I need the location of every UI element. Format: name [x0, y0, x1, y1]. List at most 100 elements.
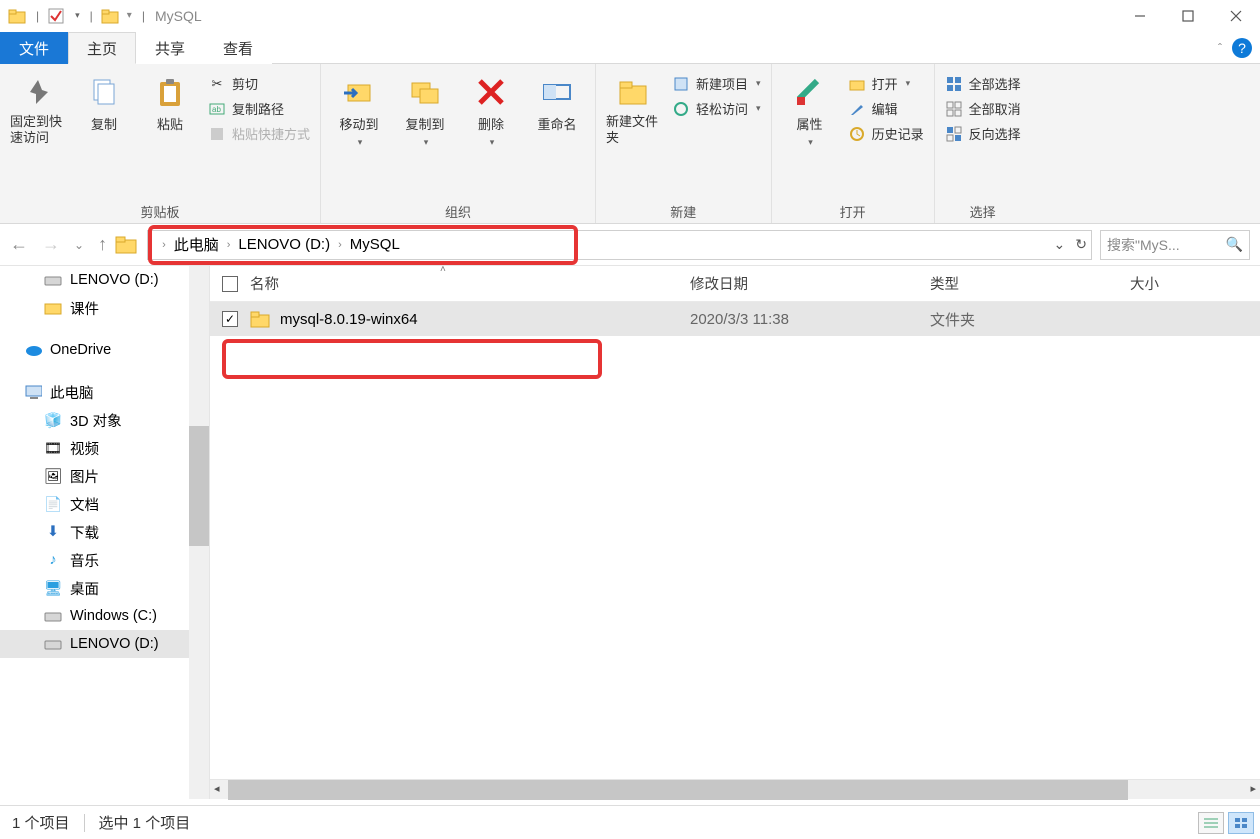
- address-dropdown-icon[interactable]: ⌄: [1054, 236, 1066, 253]
- select-all-button[interactable]: 全部选择: [945, 74, 1021, 93]
- col-header-modified[interactable]: 修改日期: [690, 273, 930, 294]
- folder-icon: [44, 299, 62, 317]
- search-input[interactable]: 搜索"MyS... 🔍: [1100, 230, 1250, 260]
- view-icons-button[interactable]: [1228, 812, 1254, 834]
- tree-scroll-thumb[interactable]: [189, 426, 209, 546]
- properties-icon: [792, 74, 828, 110]
- chevron-right-icon[interactable]: ›: [338, 239, 342, 251]
- copyto-button[interactable]: 复制到 ▾: [397, 70, 453, 148]
- checkbox-icon[interactable]: [47, 7, 65, 25]
- navigation-tree[interactable]: LENOVO (D:) 课件 OneDrive 此电脑 🧊3D 对象 🎞视频 🖼…: [0, 266, 210, 799]
- delete-button[interactable]: 删除 ▾: [463, 70, 519, 148]
- breadcrumb[interactable]: › 此电脑 › LENOVO (D:) › MySQL ⌄ ↻: [147, 230, 1092, 260]
- row-checkbox[interactable]: ✓: [222, 311, 238, 327]
- tree-label: 下载: [70, 522, 99, 543]
- column-headers[interactable]: ˄ 名称 修改日期 类型 大小: [210, 266, 1260, 302]
- minimize-button[interactable]: [1116, 0, 1164, 32]
- view-details-button[interactable]: [1198, 812, 1224, 834]
- tree-item-onedrive[interactable]: OneDrive: [0, 336, 209, 364]
- scroll-thumb[interactable]: [228, 780, 1128, 800]
- properties-button[interactable]: 属性 ▾: [782, 70, 838, 148]
- horizontal-scrollbar[interactable]: ◂ ▸: [210, 779, 1260, 799]
- row-type: 文件夹: [930, 309, 1130, 330]
- tree-item-thispc[interactable]: 此电脑: [0, 378, 209, 406]
- chevron-right-icon[interactable]: ›: [227, 239, 231, 251]
- tree-item-courseware[interactable]: 课件: [0, 294, 209, 322]
- moveto-icon: [341, 74, 377, 110]
- paste-shortcut-button[interactable]: 粘贴快捷方式: [208, 124, 310, 143]
- rename-button[interactable]: 重命名: [529, 70, 585, 133]
- tree-item-desktop[interactable]: 🖥桌面: [0, 574, 209, 602]
- back-button[interactable]: ←: [10, 234, 28, 255]
- overflow-icon[interactable]: ▾: [127, 10, 132, 21]
- tree-label: LENOVO (D:): [70, 636, 159, 652]
- address-folder-icon[interactable]: [115, 233, 139, 257]
- tree-label: 视频: [70, 438, 99, 459]
- tree-item-lenovo-d[interactable]: LENOVO (D:): [0, 266, 209, 294]
- moveto-button[interactable]: 移动到 ▾: [331, 70, 387, 148]
- sort-indicator-icon: ˄: [440, 264, 446, 275]
- tree-item-documents[interactable]: 📄文档: [0, 490, 209, 518]
- col-header-name[interactable]: 名称: [250, 273, 690, 294]
- downloads-icon: ⬇: [44, 523, 62, 541]
- history-button[interactable]: 历史记录: [848, 124, 924, 143]
- scroll-right-icon[interactable]: ▸: [1250, 782, 1256, 795]
- collapse-ribbon-icon[interactable]: ˆ: [1218, 41, 1222, 55]
- cut-button[interactable]: ✂ 剪切: [208, 74, 310, 93]
- copy-button[interactable]: 复制: [76, 70, 132, 133]
- copy-label: 复制: [91, 114, 117, 133]
- tree-item-videos[interactable]: 🎞视频: [0, 434, 209, 462]
- refresh-icon[interactable]: ↻: [1075, 236, 1087, 253]
- tree-item-pictures[interactable]: 🖼图片: [0, 462, 209, 490]
- edit-label: 编辑: [872, 99, 898, 118]
- drive-icon: [44, 607, 62, 625]
- crumb-thispc[interactable]: 此电脑: [174, 234, 219, 255]
- separator: |: [142, 9, 145, 23]
- forward-button[interactable]: →: [42, 234, 60, 255]
- separator: [84, 814, 85, 832]
- tab-file[interactable]: 文件: [0, 32, 68, 64]
- new-folder-button[interactable]: 新建文件夹: [606, 70, 662, 145]
- tab-view[interactable]: 查看: [204, 32, 272, 64]
- window-title: MySQL: [155, 8, 202, 24]
- easy-access-button[interactable]: 轻松访问 ▾: [672, 99, 761, 118]
- tree-label: 文档: [70, 494, 99, 515]
- copy-path-button[interactable]: ab 复制路径: [208, 99, 310, 118]
- paste-button[interactable]: 粘贴: [142, 70, 198, 133]
- crumb-folder[interactable]: MySQL: [350, 236, 400, 253]
- tab-home[interactable]: 主页: [68, 32, 136, 64]
- history-dropdown-icon[interactable]: ⌄: [74, 238, 84, 252]
- crumb-drive[interactable]: LENOVO (D:): [238, 236, 330, 253]
- open-icon: [848, 75, 866, 93]
- select-none-button[interactable]: 全部取消: [945, 99, 1021, 118]
- tab-share[interactable]: 共享: [136, 32, 204, 64]
- new-item-button[interactable]: 新建项目 ▾: [672, 74, 761, 93]
- up-button[interactable]: ↑: [98, 234, 107, 255]
- ribbon: 固定到快速访问 复制 粘贴 ✂ 剪切 ab 复制路径: [0, 64, 1260, 224]
- chevron-right-icon[interactable]: ›: [162, 239, 166, 251]
- open-button[interactable]: 打开 ▾: [848, 74, 924, 93]
- scissors-icon: ✂: [208, 75, 226, 93]
- delete-label: 删除: [478, 114, 504, 133]
- edit-button[interactable]: 编辑: [848, 99, 924, 118]
- tree-item-3d[interactable]: 🧊3D 对象: [0, 406, 209, 434]
- ribbon-group-organize: 移动到 ▾ 复制到 ▾ 删除 ▾ 重命名 组织: [321, 64, 596, 223]
- select-all-checkbox[interactable]: [222, 276, 238, 292]
- tree-item-downloads[interactable]: ⬇ 下载: [0, 518, 209, 546]
- tree-item-music[interactable]: ♪音乐: [0, 546, 209, 574]
- close-button[interactable]: [1212, 0, 1260, 32]
- col-header-type[interactable]: 类型: [930, 273, 1130, 294]
- open-group-label: 打开: [782, 198, 924, 221]
- pin-to-quickaccess-button[interactable]: 固定到快速访问: [10, 70, 66, 145]
- help-icon[interactable]: ?: [1232, 38, 1252, 58]
- maximize-button[interactable]: [1164, 0, 1212, 32]
- invert-selection-button[interactable]: 反向选择: [945, 124, 1021, 143]
- qat-dropdown-icon[interactable]: ▾: [75, 10, 80, 21]
- file-row[interactable]: ✓ mysql-8.0.19-winx64 2020/3/3 11:38 文件夹: [210, 302, 1260, 336]
- tree-item-windowsc[interactable]: Windows (C:): [0, 602, 209, 630]
- scroll-left-icon[interactable]: ◂: [214, 782, 220, 795]
- col-header-size[interactable]: 大小: [1130, 273, 1250, 294]
- tree-item-lenovod2[interactable]: LENOVO (D:): [0, 630, 209, 658]
- history-icon: [848, 125, 866, 143]
- search-icon: 🔍: [1226, 236, 1243, 253]
